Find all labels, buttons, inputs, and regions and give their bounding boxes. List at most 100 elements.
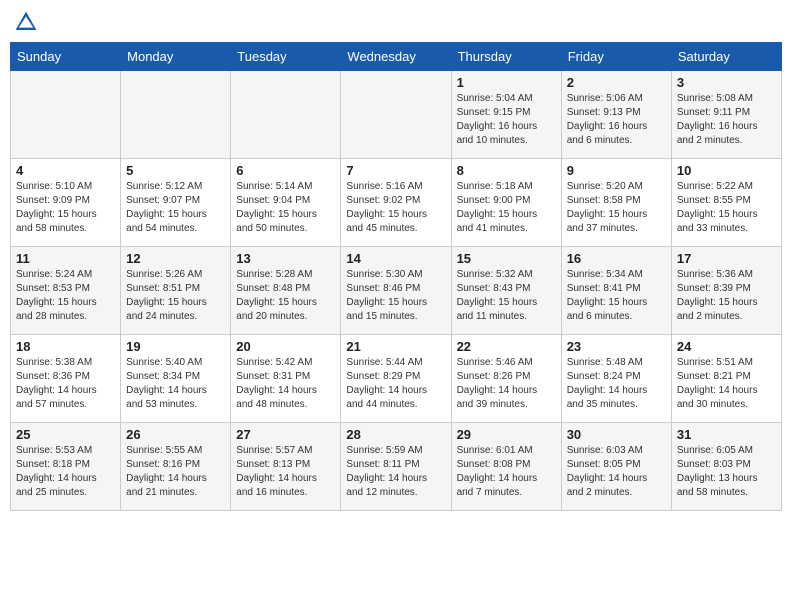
day-number: 1 xyxy=(457,75,556,90)
calendar-day-cell: 2Sunrise: 5:06 AM Sunset: 9:13 PM Daylig… xyxy=(561,71,671,159)
day-info: Sunrise: 5:57 AM Sunset: 8:13 PM Dayligh… xyxy=(236,444,335,500)
day-info: Sunrise: 5:32 AM Sunset: 8:43 PM Dayligh… xyxy=(457,268,556,324)
calendar-day-cell: 22Sunrise: 5:46 AM Sunset: 8:26 PM Dayli… xyxy=(451,335,561,423)
calendar-day-cell: 12 Sunrise: 5:26 AM Sunset: 8:51 PM Dayli… xyxy=(121,247,231,335)
calendar-day-cell: 28 Sunrise: 5:59 AM Sunset: 8:11 PM Dayli… xyxy=(341,423,451,511)
day-info: Sunrise: 5:18 AM Sunset: 9:00 PM Dayligh… xyxy=(457,180,556,236)
day-number: 4 xyxy=(16,163,115,178)
weekday-header-wednesday: Wednesday xyxy=(341,43,451,71)
day-number: 27 xyxy=(236,427,335,442)
calendar-day-cell: 13 Sunrise: 5:28 AM Sunset: 8:48 PM Dayli… xyxy=(231,247,341,335)
day-info: Sunrise: 5:20 AM Sunset: 8:58 PM Dayligh… xyxy=(567,180,666,236)
calendar-day-cell: 23 Sunrise: 5:48 AM Sunset: 8:24 PM Dayli… xyxy=(561,335,671,423)
day-info: Sunrise: 5:16 AM Sunset: 9:02 PM Dayligh… xyxy=(346,180,445,236)
day-info: Sunrise: 5:38 AM Sunset: 8:36 PM Dayligh… xyxy=(16,356,115,412)
day-number: 31 xyxy=(677,427,776,442)
calendar-day-cell: 31 Sunrise: 6:05 AM Sunset: 8:03 PM Dayli… xyxy=(671,423,781,511)
day-number: 20 xyxy=(236,339,335,354)
day-info: Sunrise: 5:42 AM Sunset: 8:31 PM Dayligh… xyxy=(236,356,335,412)
day-info: Sunrise: 5:12 AM Sunset: 9:07 PM Dayligh… xyxy=(126,180,225,236)
day-number: 7 xyxy=(346,163,445,178)
day-number: 11 xyxy=(16,251,115,266)
day-info: Sunrise: 5:59 AM Sunset: 8:11 PM Dayligh… xyxy=(346,444,445,500)
logo-icon xyxy=(14,10,38,34)
calendar-day-cell xyxy=(11,71,121,159)
day-info: Sunrise: 5:10 AM Sunset: 9:09 PM Dayligh… xyxy=(16,180,115,236)
calendar-day-cell: 29 Sunrise: 6:01 AM Sunset: 8:08 PM Dayli… xyxy=(451,423,561,511)
day-info: Sunrise: 5:24 AM Sunset: 8:53 PM Dayligh… xyxy=(16,268,115,324)
day-info: Sunrise: 5:26 AM Sunset: 8:51 PM Dayligh… xyxy=(126,268,225,324)
day-number: 17 xyxy=(677,251,776,266)
day-info: Sunrise: 5:06 AM Sunset: 9:13 PM Dayligh… xyxy=(567,92,666,148)
day-number: 28 xyxy=(346,427,445,442)
calendar-day-cell: 20 Sunrise: 5:42 AM Sunset: 8:31 PM Dayli… xyxy=(231,335,341,423)
day-number: 14 xyxy=(346,251,445,266)
day-number: 9 xyxy=(567,163,666,178)
calendar-day-cell xyxy=(231,71,341,159)
day-number: 29 xyxy=(457,427,556,442)
calendar-day-cell: 1 Sunrise: 5:04 AM Sunset: 9:15 PM Daylig… xyxy=(451,71,561,159)
day-number: 24 xyxy=(677,339,776,354)
weekday-header-monday: Monday xyxy=(121,43,231,71)
weekday-header-row: SundayMondayTuesdayWednesdayThursdayFrid… xyxy=(11,43,782,71)
day-number: 5 xyxy=(126,163,225,178)
calendar-day-cell: 10Sunrise: 5:22 AM Sunset: 8:55 PM Dayli… xyxy=(671,159,781,247)
day-number: 30 xyxy=(567,427,666,442)
day-info: Sunrise: 6:03 AM Sunset: 8:05 PM Dayligh… xyxy=(567,444,666,500)
day-info: Sunrise: 6:01 AM Sunset: 8:08 PM Dayligh… xyxy=(457,444,556,500)
day-info: Sunrise: 5:28 AM Sunset: 8:48 PM Dayligh… xyxy=(236,268,335,324)
day-number: 12 xyxy=(126,251,225,266)
calendar-day-cell: 4 Sunrise: 5:10 AM Sunset: 9:09 PM Daylig… xyxy=(11,159,121,247)
day-info: Sunrise: 6:05 AM Sunset: 8:03 PM Dayligh… xyxy=(677,444,776,500)
calendar-day-cell: 9 Sunrise: 5:20 AM Sunset: 8:58 PM Daylig… xyxy=(561,159,671,247)
day-number: 16 xyxy=(567,251,666,266)
calendar-day-cell: 15 Sunrise: 5:32 AM Sunset: 8:43 PM Dayli… xyxy=(451,247,561,335)
weekday-header-friday: Friday xyxy=(561,43,671,71)
calendar-week-row: 1 Sunrise: 5:04 AM Sunset: 9:15 PM Daylig… xyxy=(11,71,782,159)
day-info: Sunrise: 5:04 AM Sunset: 9:15 PM Dayligh… xyxy=(457,92,556,148)
day-number: 8 xyxy=(457,163,556,178)
calendar-day-cell: 3Sunrise: 5:08 AM Sunset: 9:11 PM Daylig… xyxy=(671,71,781,159)
day-info: Sunrise: 5:53 AM Sunset: 8:18 PM Dayligh… xyxy=(16,444,115,500)
day-info: Sunrise: 5:44 AM Sunset: 8:29 PM Dayligh… xyxy=(346,356,445,412)
day-info: Sunrise: 5:14 AM Sunset: 9:04 PM Dayligh… xyxy=(236,180,335,236)
day-info: Sunrise: 5:36 AM Sunset: 8:39 PM Dayligh… xyxy=(677,268,776,324)
page-header xyxy=(10,10,782,34)
day-number: 18 xyxy=(16,339,115,354)
day-info: Sunrise: 5:55 AM Sunset: 8:16 PM Dayligh… xyxy=(126,444,225,500)
calendar-day-cell: 6 Sunrise: 5:14 AM Sunset: 9:04 PM Daylig… xyxy=(231,159,341,247)
calendar-day-cell xyxy=(121,71,231,159)
day-info: Sunrise: 5:34 AM Sunset: 8:41 PM Dayligh… xyxy=(567,268,666,324)
day-number: 23 xyxy=(567,339,666,354)
day-info: Sunrise: 5:08 AM Sunset: 9:11 PM Dayligh… xyxy=(677,92,776,148)
day-info: Sunrise: 5:30 AM Sunset: 8:46 PM Dayligh… xyxy=(346,268,445,324)
calendar-day-cell: 18 Sunrise: 5:38 AM Sunset: 8:36 PM Dayli… xyxy=(11,335,121,423)
calendar-day-cell: 25Sunrise: 5:53 AM Sunset: 8:18 PM Dayli… xyxy=(11,423,121,511)
weekday-header-thursday: Thursday xyxy=(451,43,561,71)
calendar-day-cell: 17 Sunrise: 5:36 AM Sunset: 8:39 PM Dayli… xyxy=(671,247,781,335)
calendar-day-cell xyxy=(341,71,451,159)
day-number: 6 xyxy=(236,163,335,178)
day-number: 22 xyxy=(457,339,556,354)
day-number: 15 xyxy=(457,251,556,266)
calendar-day-cell: 11 Sunrise: 5:24 AM Sunset: 8:53 PM Dayli… xyxy=(11,247,121,335)
calendar-day-cell: 30 Sunrise: 6:03 AM Sunset: 8:05 PM Dayli… xyxy=(561,423,671,511)
weekday-header-tuesday: Tuesday xyxy=(231,43,341,71)
calendar-day-cell: 5 Sunrise: 5:12 AM Sunset: 9:07 PM Daylig… xyxy=(121,159,231,247)
calendar-day-cell: 7 Sunrise: 5:16 AM Sunset: 9:02 PM Daylig… xyxy=(341,159,451,247)
day-number: 13 xyxy=(236,251,335,266)
day-number: 26 xyxy=(126,427,225,442)
day-number: 19 xyxy=(126,339,225,354)
calendar-week-row: 4 Sunrise: 5:10 AM Sunset: 9:09 PM Daylig… xyxy=(11,159,782,247)
calendar-day-cell: 26 Sunrise: 5:55 AM Sunset: 8:16 PM Dayli… xyxy=(121,423,231,511)
day-info: Sunrise: 5:51 AM Sunset: 8:21 PM Dayligh… xyxy=(677,356,776,412)
day-info: Sunrise: 5:48 AM Sunset: 8:24 PM Dayligh… xyxy=(567,356,666,412)
calendar-day-cell: 19 Sunrise: 5:40 AM Sunset: 8:34 PM Dayli… xyxy=(121,335,231,423)
weekday-header-saturday: Saturday xyxy=(671,43,781,71)
calendar-day-cell: 24 Sunrise: 5:51 AM Sunset: 8:21 PM Dayli… xyxy=(671,335,781,423)
day-number: 21 xyxy=(346,339,445,354)
day-info: Sunrise: 5:22 AM Sunset: 8:55 PM Dayligh… xyxy=(677,180,776,236)
day-info: Sunrise: 5:40 AM Sunset: 8:34 PM Dayligh… xyxy=(126,356,225,412)
calendar-week-row: 18 Sunrise: 5:38 AM Sunset: 8:36 PM Dayli… xyxy=(11,335,782,423)
logo xyxy=(14,10,42,34)
